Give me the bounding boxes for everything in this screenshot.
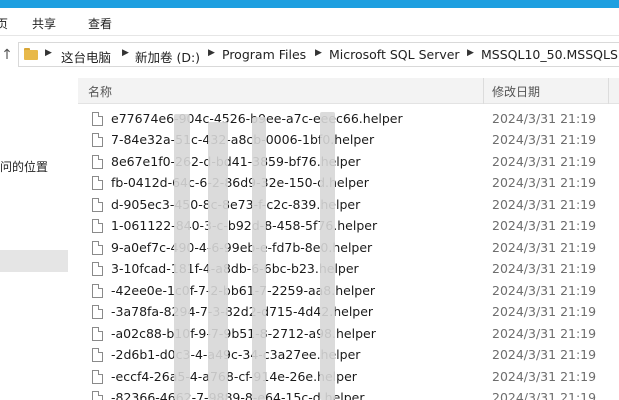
chevron-right-icon[interactable]: ▶ (467, 48, 474, 58)
up-arrow-icon[interactable]: ↑ (0, 47, 14, 63)
redaction-blur (252, 117, 266, 400)
folder-icon (24, 48, 38, 60)
file-name: -42ee0e-1c0f-7-2-bb61-7-2259-aa8.helper (111, 283, 376, 298)
file-date: 2024/3/31 21:19 (492, 154, 597, 169)
tab-share[interactable]: 共享 (32, 15, 56, 32)
file-date: 2024/3/31 21:19 (492, 304, 597, 319)
file-date: 2024/3/31 21:19 (492, 261, 597, 276)
chevron-right-icon[interactable]: ▶ (208, 48, 215, 58)
file-date: 2024/3/31 21:19 (492, 283, 597, 298)
list-item[interactable]: d-905ec3-450-8c-8e73-f-c2c-839.helper 202… (78, 195, 619, 216)
list-item[interactable]: -82366-4662-7-9889-8-e64-15c-d.helper 202… (78, 388, 619, 400)
list-item[interactable]: 1-061122-840-3-c-b92d-8-458-5f76.helper 2… (78, 216, 619, 237)
chevron-right-icon[interactable]: ▶ (315, 48, 322, 58)
list-item[interactable]: 8e67e1f0-262-d-bd41-3859-bf76.helper 2024… (78, 152, 619, 173)
list-item[interactable]: 7-84e32a-51c-432-a8cb-0006-1bf0.helper 20… (78, 130, 619, 151)
column-header: 名称 修改日期 (78, 78, 619, 104)
nav-item-recent-locations[interactable]: 问的位置 (0, 158, 48, 175)
redaction-blur (174, 114, 190, 400)
file-name: -a02c88-b10f-9-7-9b51-8-2712-a98.helper (111, 326, 376, 341)
chevron-right-icon[interactable]: ▶ (45, 48, 52, 58)
file-icon (92, 219, 103, 233)
file-icon (92, 327, 103, 341)
file-date: 2024/3/31 21:19 (492, 347, 597, 362)
file-date: 2024/3/31 21:19 (492, 326, 597, 341)
file-icon (92, 176, 103, 190)
file-icon (92, 262, 103, 276)
file-name: 1-061122-840-3-c-b92d-8-458-5f76.helper (111, 218, 378, 233)
breadcrumb-sql-server[interactable]: Microsoft SQL Server (329, 47, 460, 62)
file-date: 2024/3/31 21:19 (492, 132, 597, 147)
file-icon (92, 133, 103, 147)
nav-item-selected[interactable] (0, 250, 68, 272)
list-item[interactable]: -2d6b1-d0c3-4-a49c-34-c3a27ee.helper 2024… (78, 345, 619, 366)
file-date: 2024/3/31 21:19 (492, 390, 597, 400)
column-header-date[interactable]: 修改日期 (492, 83, 540, 100)
navigation-pane: 问的位置 (0, 72, 68, 400)
redaction-blur (208, 122, 228, 400)
tab-page[interactable]: 页 (0, 15, 8, 32)
chevron-right-icon[interactable]: ▶ (122, 48, 129, 58)
file-icon (92, 155, 103, 169)
file-icon (92, 198, 103, 212)
file-date: 2024/3/31 21:19 (492, 197, 597, 212)
breadcrumb-volume-d[interactable]: 新加卷 (D:) (135, 47, 200, 66)
list-item[interactable]: 3-10fcad-181f-4-a8db-6-6bc-b23.helper 202… (78, 259, 619, 280)
address-bar[interactable]: ▶ 这台电脑 ▶ 新加卷 (D:) ▶ Program Files ▶ Micr… (18, 42, 619, 67)
file-list-pane: 名称 修改日期 e77674e6-904c-4526-b9ee-a7c-eeec… (68, 72, 619, 400)
file-icon (92, 241, 103, 255)
list-item[interactable]: -eccf4-26a5-4-a768-cf-914e-26e.helper 202… (78, 367, 619, 388)
file-icon (92, 284, 103, 298)
tab-view[interactable]: 查看 (88, 15, 112, 32)
window-title-bar (0, 0, 619, 8)
column-divider[interactable] (608, 78, 609, 104)
list-item[interactable]: e77674e6-904c-4526-b9ee-a7c-eeec66.helpe… (78, 109, 619, 130)
list-item[interactable]: -3a78fa-8294-7-3-82d2-d715-4d42.helper 20… (78, 302, 619, 323)
list-item[interactable]: fb-0412d-64c-6-2-86d9-32e-150-d.helper 20… (78, 173, 619, 194)
file-icon (92, 370, 103, 384)
column-header-name[interactable]: 名称 (88, 83, 112, 100)
file-date: 2024/3/31 21:19 (492, 218, 597, 233)
breadcrumb-program-files[interactable]: Program Files (222, 47, 306, 62)
file-icon (92, 305, 103, 319)
file-date: 2024/3/31 21:19 (492, 175, 597, 190)
address-bar-row: ↑ ▶ 这台电脑 ▶ 新加卷 (D:) ▶ Program Files ▶ Mi… (0, 36, 619, 72)
file-date: 2024/3/31 21:19 (492, 369, 597, 384)
column-divider[interactable] (483, 78, 484, 104)
file-icon (92, 348, 103, 362)
file-icon (92, 112, 103, 126)
file-icon (92, 391, 103, 400)
breadcrumb-mssql-instance[interactable]: MSSQL10_50.MSSQLSE (481, 47, 619, 62)
file-date: 2024/3/31 21:19 (492, 111, 597, 126)
breadcrumb-this-pc[interactable]: 这台电脑 (61, 47, 111, 66)
list-item[interactable]: 9-a0ef7c-490-4-6-99eb-e-fd7b-8e0.helper 2… (78, 238, 619, 259)
redaction-blur (320, 112, 335, 400)
list-item[interactable]: -a02c88-b10f-9-7-9b51-8-2712-a98.helper 2… (78, 324, 619, 345)
ribbon-tabs: 页 共享 查看 (0, 8, 619, 36)
file-date: 2024/3/31 21:19 (492, 240, 597, 255)
list-item[interactable]: -42ee0e-1c0f-7-2-bb61-7-2259-aa8.helper 2… (78, 281, 619, 302)
